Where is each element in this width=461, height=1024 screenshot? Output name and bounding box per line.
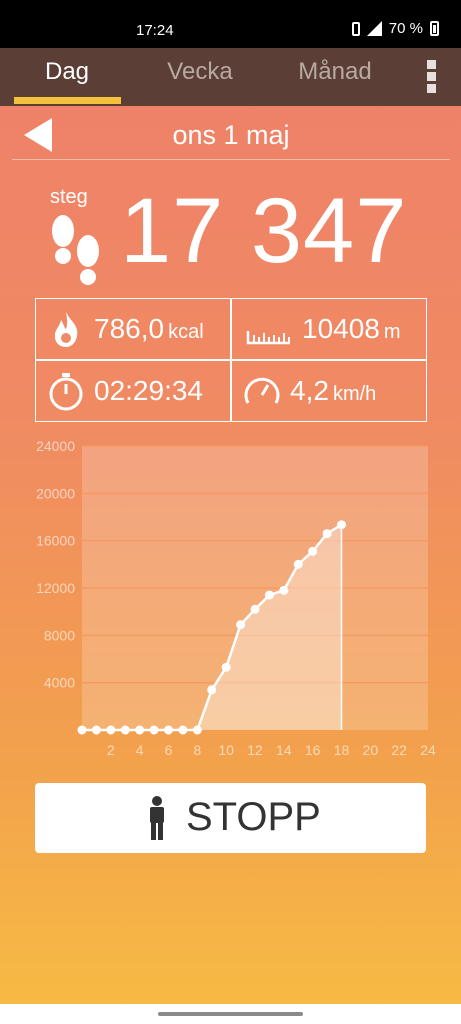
data-point (120, 725, 130, 735)
tab-week[interactable]: Vecka (140, 58, 260, 86)
system-nav-bar (0, 1004, 461, 1024)
steps-chart-svg: 40008000120001600020000240002 4 6 8 10 12 14 16… (36, 438, 436, 758)
data-point (236, 620, 246, 630)
x-tick-label: 12 (247, 742, 263, 758)
y-tick-label: 8000 (44, 627, 75, 643)
stats-grid: 786,0 kcal 10408 m 02:29:34 4,2 km/h (35, 298, 427, 422)
flame-icon (54, 312, 78, 347)
y-tick-label: 12000 (36, 580, 75, 596)
x-tick-label: 4 (136, 742, 144, 758)
battery-icon (430, 21, 439, 36)
stopwatch-icon (49, 373, 83, 411)
x-tick-label: 8 (193, 742, 201, 758)
steps-value: 17 347 (120, 180, 408, 282)
data-point (77, 725, 87, 735)
data-point (207, 685, 217, 695)
tab-month[interactable]: Månad (275, 58, 395, 86)
data-point (337, 520, 346, 530)
stop-button[interactable]: STOPP (35, 783, 426, 853)
y-tick-label: 20000 (36, 485, 75, 501)
x-tick-label: 6 (165, 742, 173, 758)
overflow-menu-icon[interactable] (424, 60, 438, 94)
calories-value: 786,0 (94, 313, 165, 344)
data-point (91, 725, 101, 735)
speed-stat: 4,2 km/h (232, 361, 426, 421)
status-icons: 70 % (351, 20, 439, 37)
tab-bar: Dag Vecka Månad (0, 48, 461, 106)
data-point (192, 725, 202, 735)
y-tick-label: 4000 (44, 675, 75, 691)
data-point (250, 604, 260, 614)
person-icon (150, 796, 164, 840)
home-handle[interactable] (158, 1012, 303, 1016)
speed-value: 4,2 (290, 375, 329, 406)
stop-button-label: STOPP (186, 795, 321, 839)
y-tick-label: 16000 (36, 533, 75, 549)
vibrate-icon (351, 21, 360, 36)
distance-value: 10408 (302, 313, 380, 344)
x-tick-label: 14 (276, 742, 292, 758)
data-point (106, 725, 116, 735)
speedometer-icon (244, 377, 280, 404)
x-tick-label: 18 (334, 742, 350, 758)
data-point (149, 725, 159, 735)
calories-unit: kcal (168, 321, 204, 343)
data-point (322, 529, 332, 539)
steps-chart: 4000 8000 12000 16000 20000 24000 2 4 6 8 10 12 14 16… (0, 432, 461, 772)
x-tick-label: 20 (363, 742, 379, 758)
battery-percent: 70 % (388, 20, 423, 37)
status-bar: 17:24 70 % (0, 0, 461, 48)
x-tick-label: 10 (218, 742, 234, 758)
steps-counter: steg 17 347 (0, 170, 461, 290)
status-time: 17:24 (136, 22, 174, 39)
tab-day[interactable]: Dag (7, 58, 127, 86)
x-tick-label: 2 (107, 742, 115, 758)
y-tick-label: 24000 (36, 438, 75, 454)
data-point (178, 725, 188, 735)
duration-stat: 02:29:34 (36, 361, 230, 421)
data-point (135, 725, 145, 735)
distance-stat: 10408 m (232, 299, 426, 359)
data-point (164, 725, 173, 735)
ruler-icon (246, 331, 290, 345)
x-tick-label: 16 (305, 742, 321, 758)
data-point (279, 585, 289, 595)
data-point (293, 559, 303, 569)
distance-unit: m (383, 321, 401, 343)
duration-value: 02:29:34 (94, 375, 203, 406)
date-bar: ons 1 maj (12, 108, 450, 160)
footprints-icon (52, 215, 99, 285)
speed-unit: km/h (332, 383, 377, 405)
x-tick-label: 22 (391, 742, 407, 758)
date-label: ons 1 maj (172, 120, 290, 150)
calories-stat: 786,0 kcal (36, 299, 230, 359)
data-point (264, 590, 274, 600)
data-point (221, 662, 231, 672)
x-tick-label: 24 (420, 742, 436, 758)
signal-icon (366, 21, 382, 36)
active-tab-indicator (14, 97, 121, 104)
data-point (308, 546, 318, 556)
steps-unit-label: steg (50, 186, 88, 208)
